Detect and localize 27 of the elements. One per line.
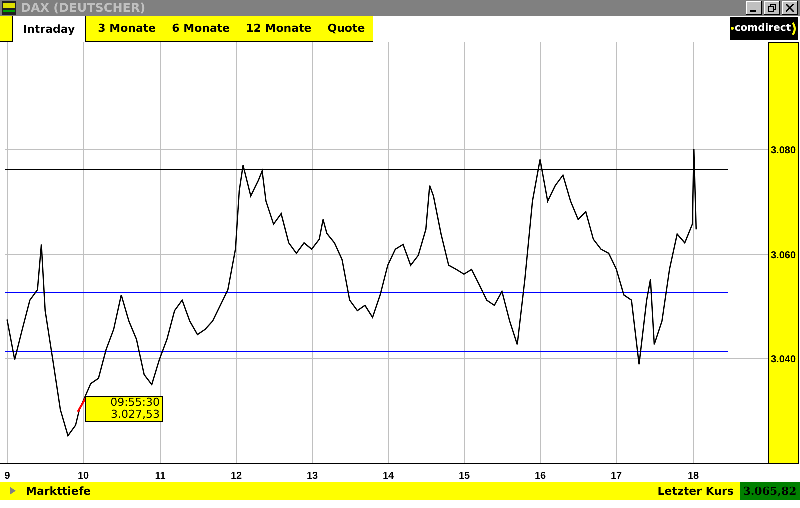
app-icon xyxy=(2,1,16,15)
y-tick-label: 3.040 xyxy=(771,354,796,366)
restore-icon xyxy=(768,4,776,12)
x-tick-label: 10 xyxy=(78,471,90,480)
close-icon xyxy=(786,4,794,12)
caret-icon xyxy=(10,487,16,495)
x-tick-label: 18 xyxy=(688,471,700,480)
y-tick-label: 3.060 xyxy=(771,250,796,262)
last-price-label: Letzter Kurs xyxy=(658,484,735,498)
minimize-button[interactable] xyxy=(746,1,762,15)
market-depth-link[interactable]: Markttiefe xyxy=(0,484,92,498)
close-button[interactable] xyxy=(782,1,798,15)
x-tick-label: 13 xyxy=(306,471,318,480)
x-tick-label: 9 xyxy=(4,471,10,480)
x-tick-label: 16 xyxy=(534,471,546,480)
tab[interactable]: Intraday xyxy=(13,16,86,42)
restore-button[interactable] xyxy=(764,1,780,15)
window-title: DAX (DEUTSCHER) xyxy=(21,1,146,15)
logo: comdirect xyxy=(730,17,798,40)
x-tick-label: 12 xyxy=(230,471,242,480)
tooltip: 09:55:30 3.027,53 xyxy=(85,396,163,422)
last-price-value: 3.065,82 xyxy=(740,482,800,500)
x-tick-label: 15 xyxy=(458,471,470,480)
x-tick-label: 11 xyxy=(155,471,166,480)
x-tick-label: 17 xyxy=(610,471,622,480)
y-tick-label: 3.080 xyxy=(771,146,796,156)
x-tick-label: 14 xyxy=(382,471,394,480)
